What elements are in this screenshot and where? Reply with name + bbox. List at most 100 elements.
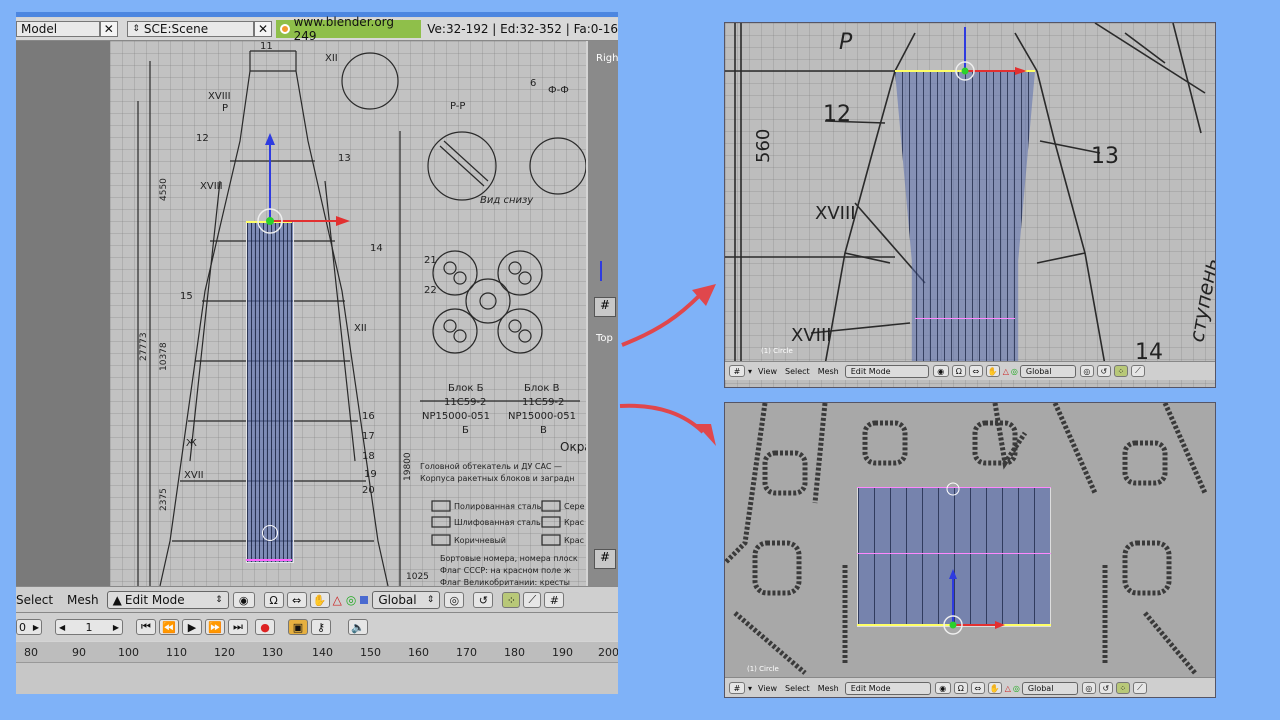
viewport-toolbar: Select Mesh ▲ Edit Mode ⇕ ◉ Ω ⇔ ✋ △ ◎ Gl… bbox=[16, 586, 618, 613]
arrow-head-top bbox=[692, 284, 716, 306]
timeline-tick: 190 bbox=[552, 646, 573, 659]
grid-view-button-2[interactable]: # bbox=[594, 549, 616, 569]
tr-manipulator[interactable] bbox=[725, 23, 1215, 365]
blender-url-badge[interactable]: www.blender.org 249 bbox=[275, 15, 422, 43]
manipulator-toggle-button[interactable]: ⇔ bbox=[286, 592, 307, 608]
scale-tool-icon[interactable]: ◎ bbox=[346, 593, 356, 607]
tr-mode-dropdown[interactable]: Edit Mode bbox=[844, 364, 929, 378]
record-button[interactable]: ● bbox=[255, 619, 275, 635]
br-orientation-dropdown[interactable]: Global bbox=[1021, 681, 1078, 695]
mesh-menu[interactable]: Mesh bbox=[67, 593, 99, 607]
side-view-panel[interactable]: Right # Top # bbox=[588, 41, 618, 586]
timeline-tick: 170 bbox=[456, 646, 477, 659]
timeline[interactable]: 80 90 100 110 120 130 140 150 160 170 18… bbox=[16, 642, 618, 694]
tr-orientation-dropdown[interactable]: Global bbox=[1019, 364, 1076, 378]
snap-button[interactable]: ↺ bbox=[473, 592, 494, 608]
orientation-arrows-icon: ⇕ bbox=[426, 595, 435, 605]
tr-scale-icon[interactable]: ◎ bbox=[1011, 367, 1018, 376]
grid-toggle-button[interactable]: # bbox=[544, 592, 565, 608]
tr-proportional-button[interactable]: ◎ bbox=[1079, 365, 1094, 377]
tr-toolbar: # ▾ View Select Mesh Edit Mode ◉ Ω ⇔ ✋ △… bbox=[725, 361, 1215, 380]
layout-field-value: Model bbox=[21, 22, 58, 36]
tr-vertex-button[interactable]: ⁘ bbox=[1113, 365, 1128, 377]
top-right-view[interactable]: P 12 560 13 XVIII XVIII 14 ступень (1) C… bbox=[724, 22, 1216, 388]
tr-edge-button[interactable]: ⟋ bbox=[1130, 365, 1145, 377]
rotate-tool-icon[interactable]: △ bbox=[333, 593, 342, 607]
select-menu[interactable]: Select bbox=[16, 593, 53, 607]
edge-select-button[interactable]: ⟋ bbox=[523, 592, 542, 608]
play-button[interactable]: ▶ bbox=[182, 619, 202, 635]
tr-mode-value: Edit Mode bbox=[850, 366, 891, 376]
tr-mesh-menu[interactable]: Mesh bbox=[818, 367, 839, 376]
tr-manipulator-button[interactable]: ⇔ bbox=[968, 365, 983, 377]
prev-keyframe-button[interactable]: ⏪ bbox=[159, 619, 179, 635]
current-frame-value: 1 bbox=[85, 620, 93, 634]
pivot-button[interactable]: Ω bbox=[263, 592, 284, 608]
keying-set-button[interactable]: ▣ bbox=[288, 619, 308, 635]
orientation-dropdown-value: Global bbox=[378, 593, 417, 607]
layout-field[interactable]: Model bbox=[16, 21, 101, 37]
scene-field-value: SCE:Scene bbox=[143, 22, 209, 36]
tr-rotate-icon[interactable]: △ bbox=[1003, 367, 1009, 376]
timeline-tick: 80 bbox=[24, 646, 38, 659]
br-manipulator-button[interactable]: ⇔ bbox=[970, 682, 985, 694]
mesh-bottom-pivot bbox=[262, 525, 278, 541]
scene-close-button[interactable]: ✕ bbox=[254, 21, 272, 37]
br-manipulator[interactable] bbox=[725, 403, 1215, 677]
blender-url-text: www.blender.org 249 bbox=[293, 15, 395, 43]
br-mode-dropdown[interactable]: Edit Mode bbox=[844, 681, 931, 695]
insert-key-button[interactable]: ⚷ bbox=[311, 619, 331, 635]
br-hand-button[interactable]: ✋ bbox=[987, 682, 1002, 694]
vertex-select-button[interactable]: ⁘ bbox=[502, 592, 521, 608]
main-blender-window: Model ✕ ⇕ SCE:Scene ✕ www.blender.org 249… bbox=[16, 12, 618, 694]
br-snap-button[interactable]: ↺ bbox=[1098, 682, 1113, 694]
front-viewport[interactable]: 11 XII XVIII 12 13 14 15 16 17 18 19 20 … bbox=[16, 41, 586, 586]
timeline-tick: 150 bbox=[360, 646, 381, 659]
br-toolbar: # ▾ View Select Mesh Edit Mode ◉ Ω ⇔ ✋ △… bbox=[725, 677, 1215, 697]
next-keyframe-button[interactable]: ⏩ bbox=[205, 619, 225, 635]
hand-tool-button[interactable]: ✋ bbox=[309, 592, 330, 608]
br-view-menu[interactable]: View bbox=[758, 684, 777, 693]
arrow-to-top-view bbox=[621, 293, 702, 347]
grid-view-button[interactable]: # bbox=[594, 297, 616, 317]
tr-view-menu[interactable]: View bbox=[758, 367, 777, 376]
tr-hand-button[interactable]: ✋ bbox=[985, 365, 1000, 377]
tr-draw-type-button[interactable]: ◉ bbox=[932, 365, 949, 377]
current-frame-field[interactable]: ◀ 1 ▶ bbox=[55, 619, 123, 635]
orientation-dropdown[interactable]: Global ⇕ bbox=[372, 591, 441, 609]
br-mesh-menu[interactable]: Mesh bbox=[818, 684, 839, 693]
tr-object-label: (1) Circle bbox=[761, 347, 793, 355]
audio-button[interactable]: 🔈 bbox=[348, 619, 368, 635]
jump-start-button[interactable]: ⏮ bbox=[136, 619, 156, 635]
tr-select-menu[interactable]: Select bbox=[785, 367, 810, 376]
bottom-right-view[interactable]: (1) Circle # ▾ View Select Mesh Edit Mod… bbox=[724, 402, 1216, 698]
mode-dropdown-value: Edit Mode bbox=[124, 593, 185, 607]
jump-end-button[interactable]: ⏭ bbox=[228, 619, 248, 635]
transform-manipulator[interactable] bbox=[16, 41, 586, 586]
br-grid-button[interactable]: # bbox=[729, 682, 745, 694]
tr-grid-button[interactable]: # bbox=[729, 365, 745, 377]
draw-type-button[interactable]: ◉ bbox=[232, 592, 255, 608]
br-draw-type-button[interactable]: ◉ bbox=[934, 682, 951, 694]
tr-pivot-button[interactable]: Ω bbox=[951, 365, 966, 377]
br-select-menu[interactable]: Select bbox=[785, 684, 810, 693]
br-edge-button[interactable]: ⟋ bbox=[1132, 682, 1147, 694]
blender-logo-icon bbox=[279, 24, 290, 34]
br-mode-value: Edit Mode bbox=[850, 683, 891, 693]
br-pivot-button[interactable]: Ω bbox=[953, 682, 968, 694]
proportional-edit-button[interactable]: ◎ bbox=[444, 592, 465, 608]
dropdown-arrows-icon: ⇕ bbox=[215, 595, 223, 605]
br-vertex-button[interactable]: ⁘ bbox=[1115, 682, 1130, 694]
mode-dropdown[interactable]: ▲ Edit Mode ⇕ bbox=[106, 591, 229, 609]
timeline-tick: 200 bbox=[598, 646, 618, 659]
layout-close-button[interactable]: ✕ bbox=[100, 21, 118, 37]
br-proportional-button[interactable]: ◎ bbox=[1081, 682, 1096, 694]
start-frame-field[interactable]: 0 ▶ bbox=[16, 619, 42, 635]
br-scale-icon[interactable]: ◎ bbox=[1013, 684, 1020, 693]
scene-field[interactable]: ⇕ SCE:Scene bbox=[127, 21, 255, 37]
br-menu-arrow-icon: ▾ bbox=[748, 683, 753, 693]
playback-bar: 0 ▶ ◀ 1 ▶ ⏮ ⏪ ▶ ⏩ ⏭ ● ▣ ⚷ 🔈 bbox=[16, 612, 618, 641]
tr-snap-button[interactable]: ↺ bbox=[1096, 365, 1111, 377]
br-rotate-icon[interactable]: △ bbox=[1005, 684, 1011, 693]
side-view-right-label: Right bbox=[596, 53, 618, 64]
